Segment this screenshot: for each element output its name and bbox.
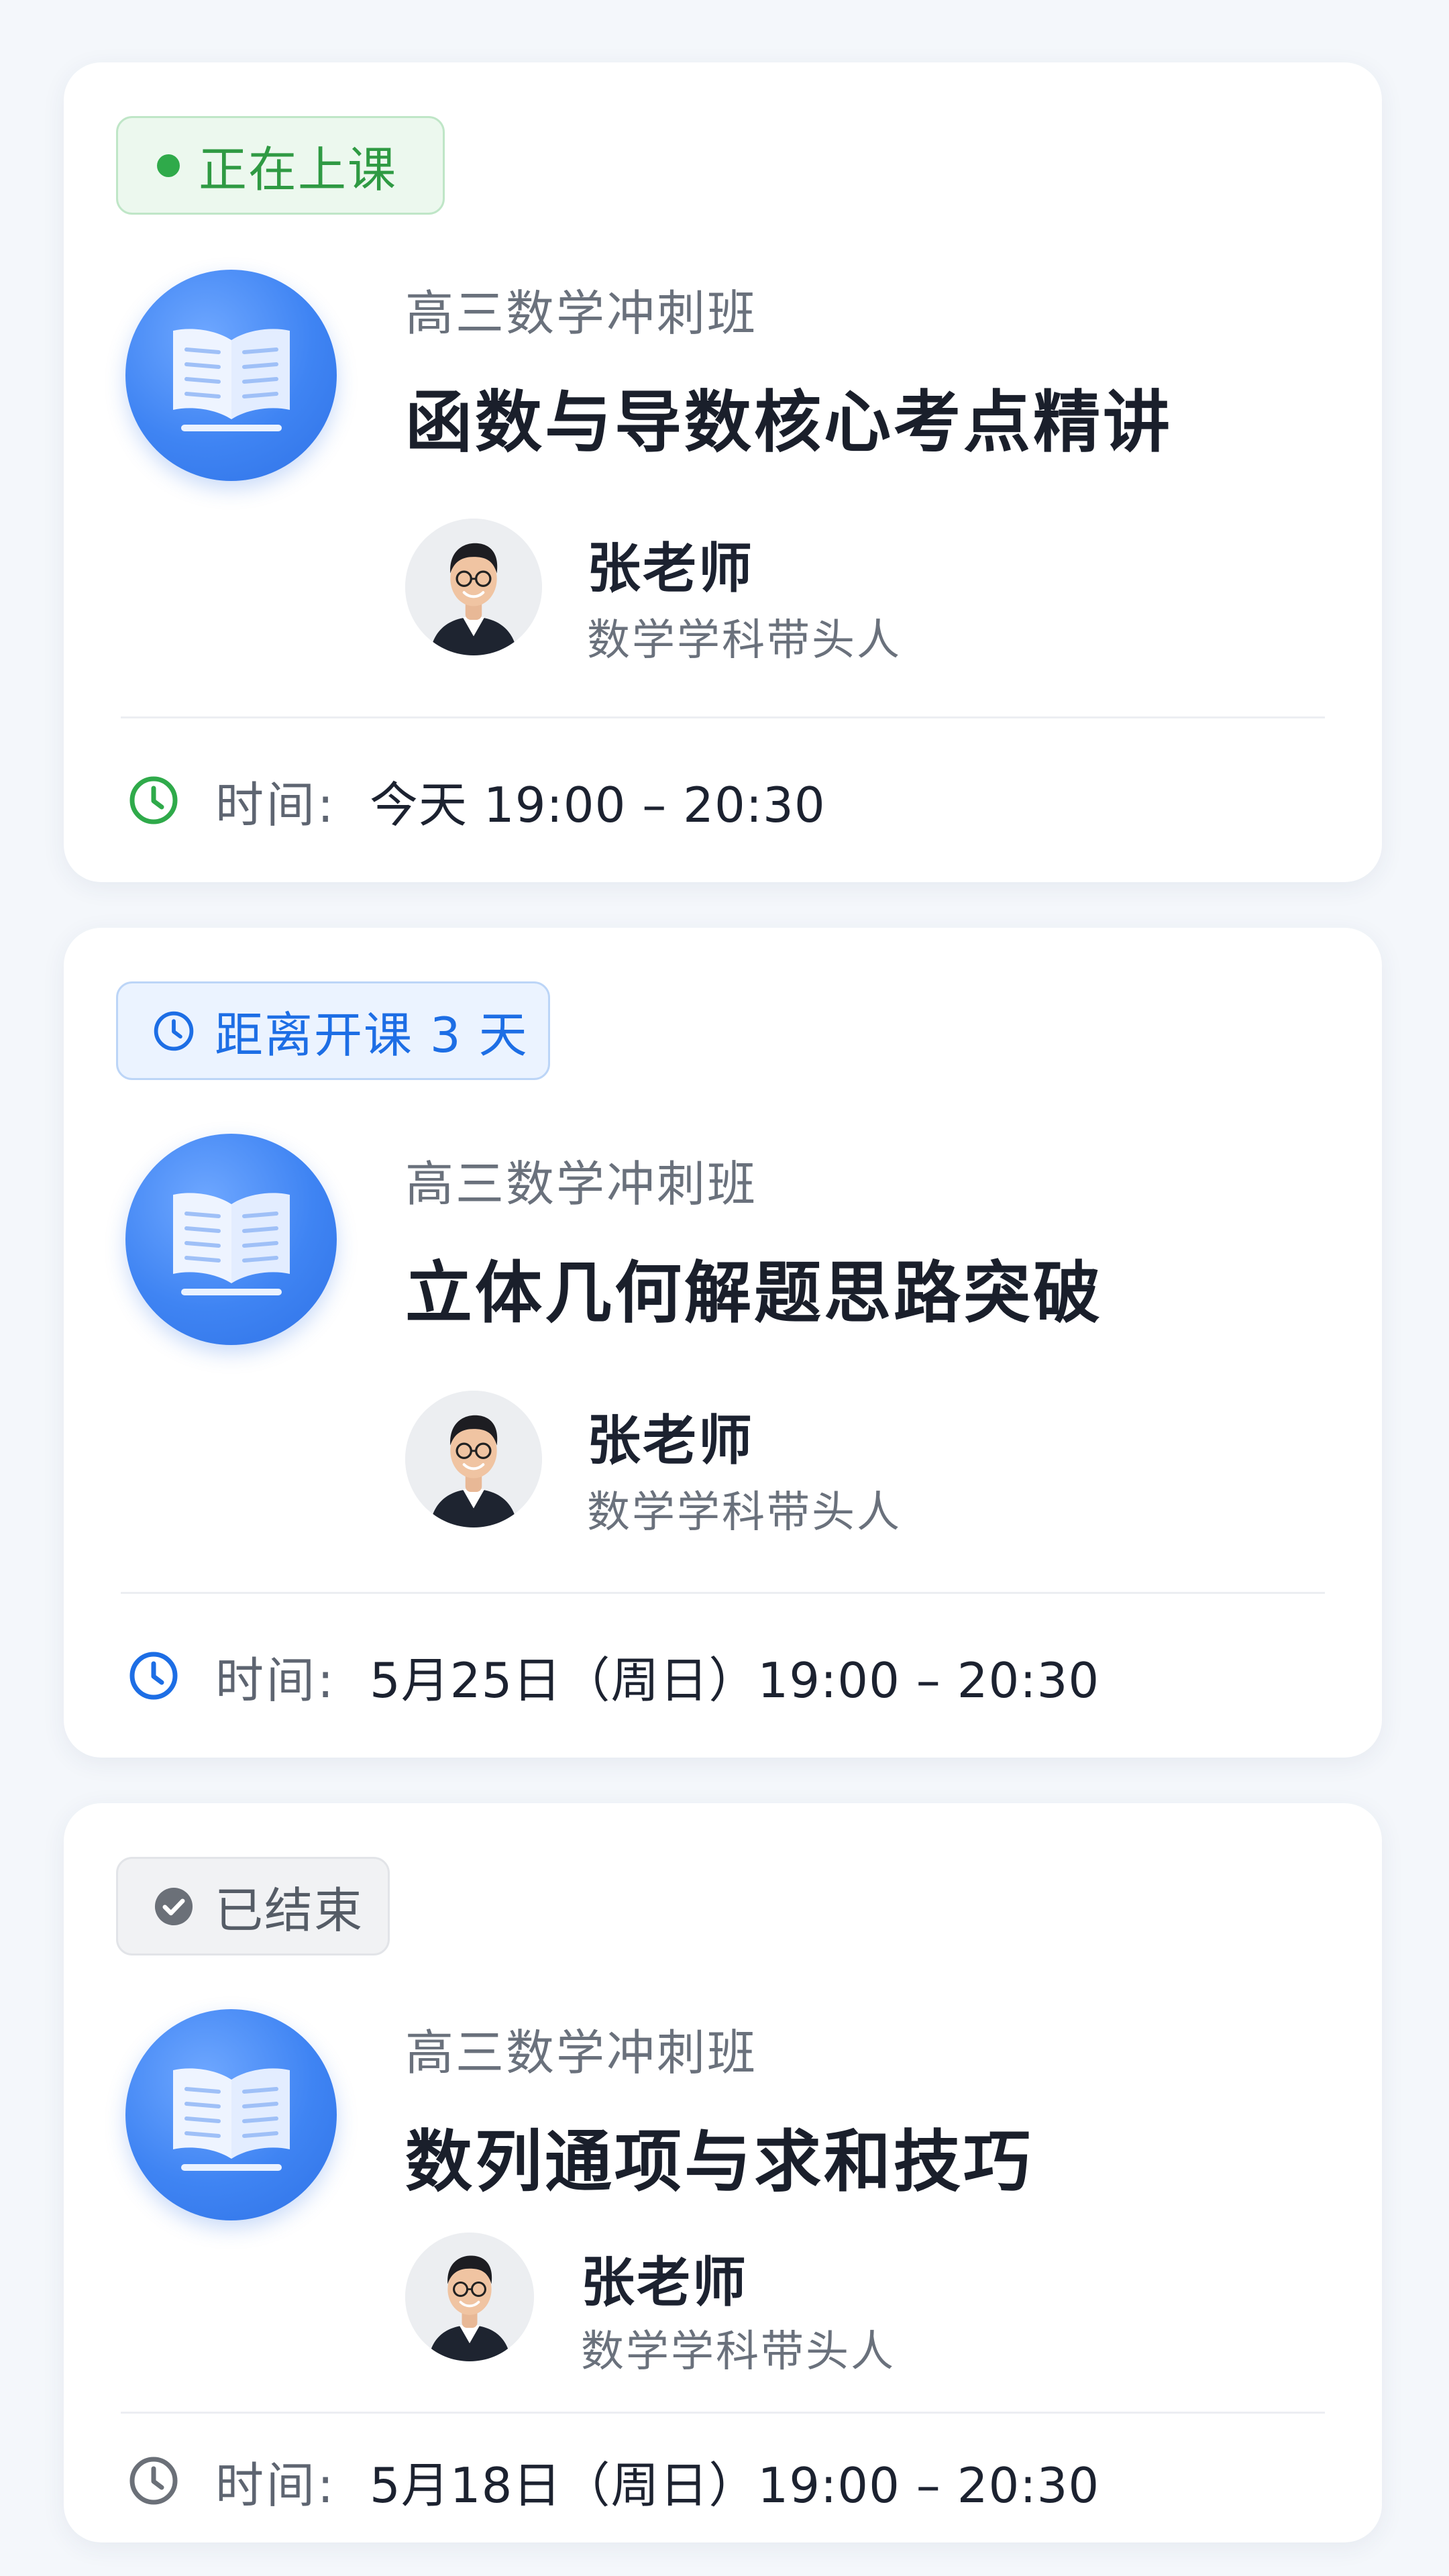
- time-value: 今天 19:00 – 20:30: [370, 776, 826, 833]
- time-row: 时间: 今天 19:00 – 20:30: [125, 770, 826, 833]
- course-card[interactable]: 距离开课 3 天 高三数学冲刺班 立体几何解题思路突破 张老师 数学学科带头人: [64, 928, 1382, 1758]
- teacher-avatar: [405, 519, 542, 655]
- book-icon: [125, 2009, 337, 2220]
- teacher-avatar: [405, 1391, 542, 1527]
- clock-icon: [125, 1648, 182, 1704]
- course-class-name: 高三数学冲刺班: [405, 285, 758, 341]
- status-label: 距离开课 3 天: [215, 1007, 529, 1063]
- teacher-avatar: [405, 2233, 534, 2361]
- teacher-role: 数学学科带头人: [581, 2327, 896, 2377]
- clock-icon: [125, 2453, 182, 2509]
- course-class-name: 高三数学冲刺班: [405, 1156, 758, 1212]
- course-card[interactable]: 已结束 高三数学冲刺班 数列通项与求和技巧 张老师 数学学科带头人 时间: 5月…: [64, 1803, 1382, 2542]
- clock-icon: [152, 1009, 196, 1053]
- time-label: 时间:: [215, 2457, 337, 2514]
- status-badge: 正在上课: [116, 116, 445, 215]
- time-label: 时间:: [215, 1652, 337, 1709]
- time-row: 时间: 5月18日（周日）19:00 – 20:30: [125, 2451, 1099, 2514]
- book-icon: [125, 1134, 337, 1345]
- clock-icon: [125, 772, 182, 828]
- divider: [121, 716, 1325, 718]
- teacher-name: 张老师: [581, 2251, 748, 2314]
- course-title: 立体几何解题思路突破: [405, 1254, 1103, 1332]
- time-value: 5月18日（周日）19:00 – 20:30: [370, 2457, 1100, 2514]
- teacher-name: 张老师: [587, 1409, 754, 1472]
- divider: [121, 1592, 1325, 1594]
- teacher-name: 张老师: [587, 537, 754, 600]
- status-label: 已结束: [215, 1882, 364, 1939]
- time-label: 时间:: [215, 776, 337, 833]
- live-dot-icon: [152, 154, 180, 177]
- course-class-name: 高三数学冲刺班: [405, 2025, 758, 2081]
- status-badge: 已结束: [116, 1857, 390, 1955]
- time-value: 5月25日（周日）19:00 – 20:30: [370, 1652, 1100, 1709]
- status-label: 正在上课: [199, 142, 398, 198]
- book-icon: [125, 270, 337, 481]
- check-circle-icon: [152, 1884, 196, 1929]
- status-badge: 距离开课 3 天: [116, 981, 550, 1080]
- teacher-role: 数学学科带头人: [587, 616, 902, 665]
- course-card[interactable]: 正在上课 高三数学冲刺班 函数与导数核心考点精讲 张老师 数学学科带头人 时间:…: [64, 62, 1382, 882]
- divider: [121, 2412, 1325, 2414]
- course-title: 数列通项与求和技巧: [405, 2123, 1033, 2201]
- time-row: 时间: 5月25日（周日）19:00 – 20:30: [125, 1646, 1099, 1709]
- teacher-role: 数学学科带头人: [587, 1488, 902, 1538]
- course-title: 函数与导数核心考点精讲: [405, 383, 1173, 462]
